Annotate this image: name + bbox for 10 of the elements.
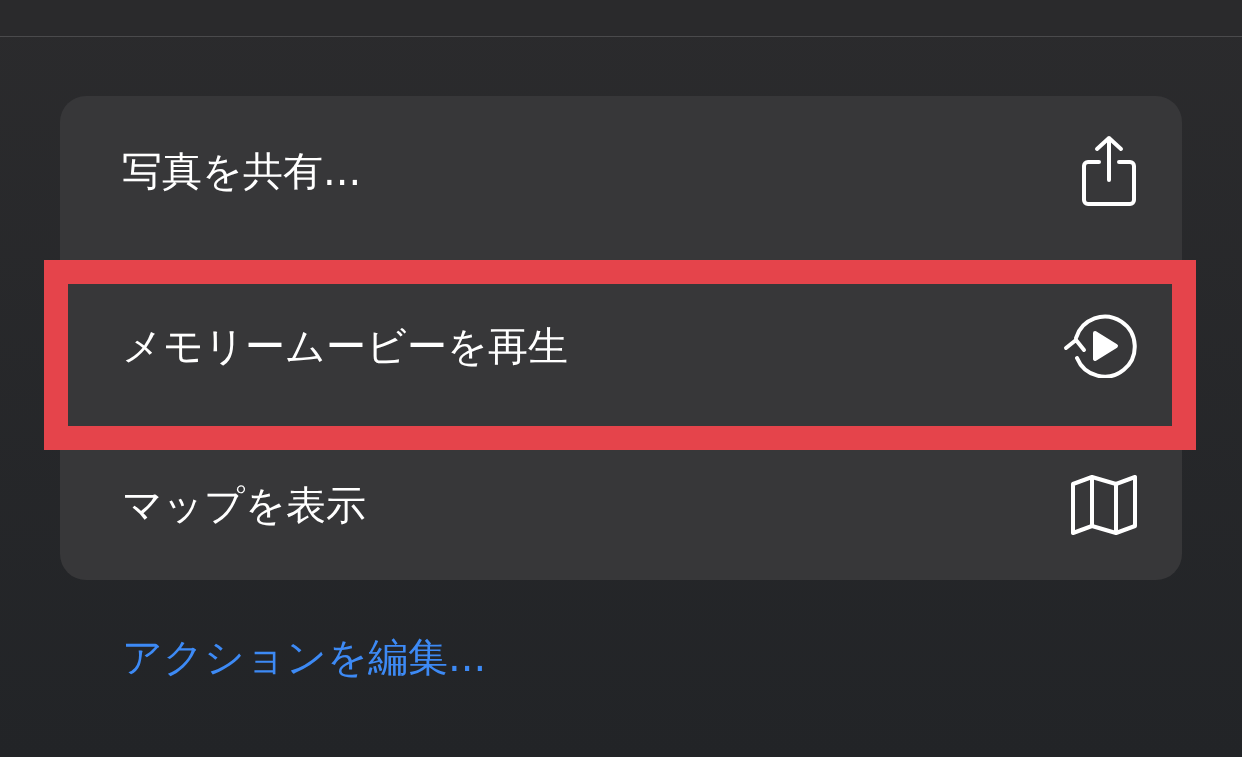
menu-item[interactable]: マップを表示 (60, 430, 1182, 580)
menu-item[interactable]: メモリームービーを再生 (60, 246, 1182, 430)
menu-item-label: マップを表示 (122, 480, 366, 530)
replay-icon (1062, 314, 1138, 378)
menu-item-label: 写真を共有... (122, 146, 362, 196)
menu-item-label: メモリームービーを再生 (122, 321, 568, 371)
menu-item[interactable]: 写真を共有... (60, 96, 1182, 246)
map-icon (1070, 474, 1138, 536)
share-icon (1080, 134, 1138, 208)
edit-actions-link[interactable]: アクションを編集... (122, 630, 487, 685)
